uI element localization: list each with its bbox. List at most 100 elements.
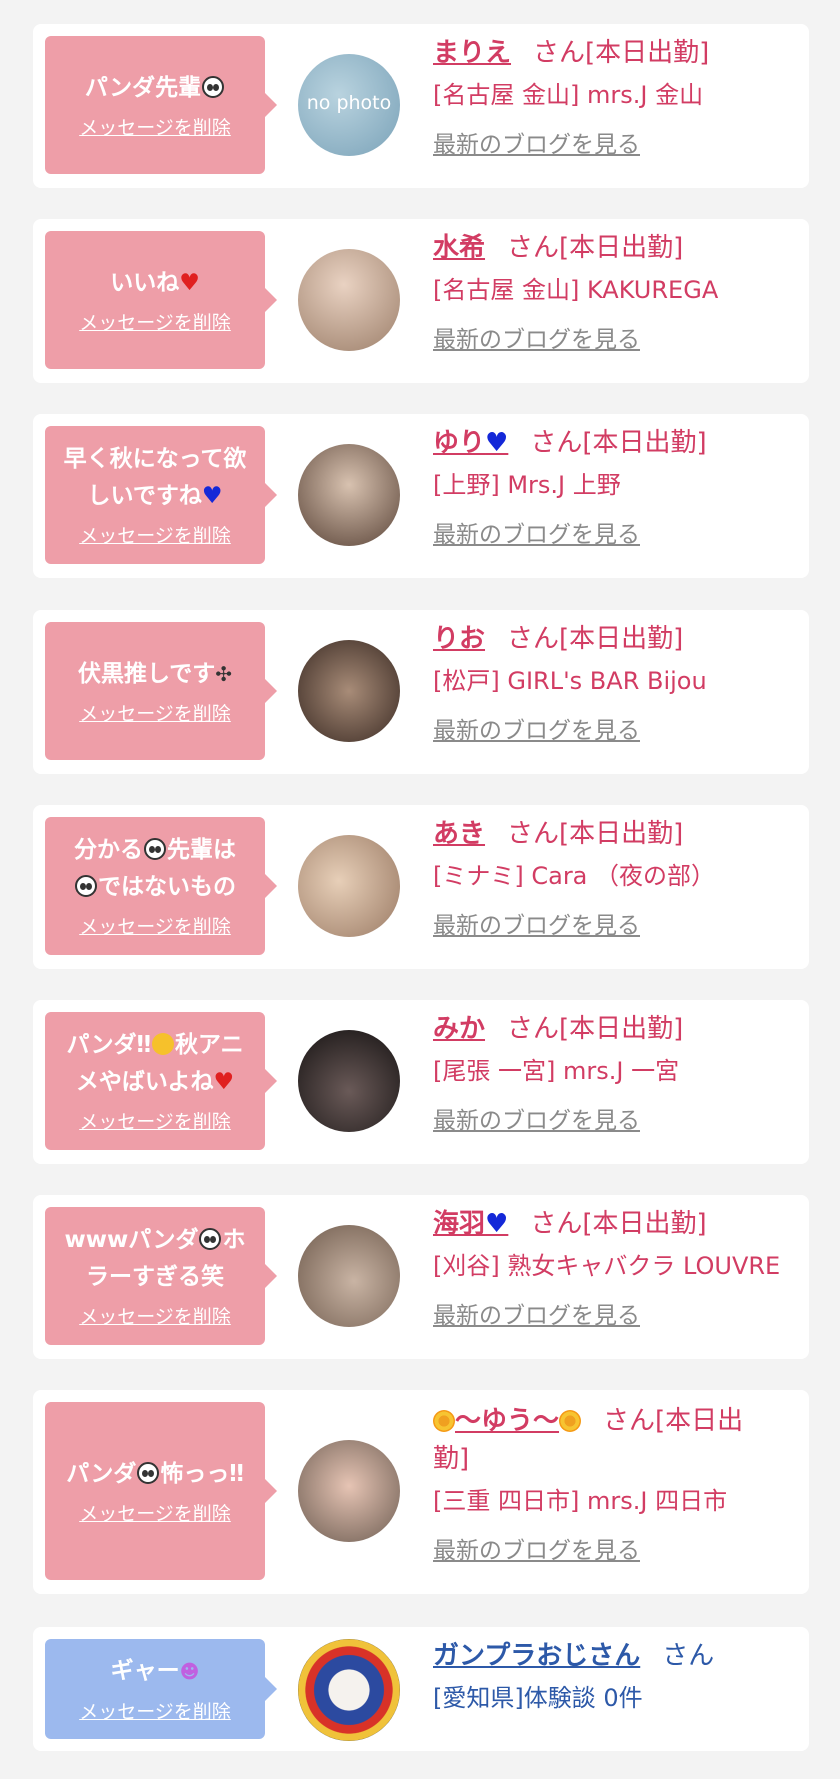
shop-name: [刈谷] 熟女キャバクラ LOUVRE (433, 1252, 781, 1280)
cast-status: さん[本日出勤] (507, 1014, 684, 1044)
avatar[interactable] (298, 1440, 400, 1542)
cast-info: りお さん[本日出勤] [松戸] GIRL's BAR Bijou 最新のブログを… (433, 620, 799, 748)
message-bubble: 伏黒推しです✣ メッセージを削除 (45, 622, 277, 760)
message-text: パンダ‼ 秋アニ メやばいよね♥ (66, 1032, 244, 1095)
delete-message-link[interactable]: メッセージを削除 (79, 523, 231, 549)
shop-name: [尾張 一宮] mrs.J 一宮 (433, 1057, 680, 1085)
message-bubble: パンダ‼ 秋アニ メやばいよね♥ メッセージを削除 (45, 1012, 277, 1150)
message-bubble: いいね♥ メッセージを削除 (45, 231, 277, 369)
heart-icon: ♥ (179, 269, 200, 296)
message-text: 早く秋になって欲 しいですね♥ (63, 446, 247, 509)
latest-blog-link[interactable]: 最新のブログを見る (433, 909, 640, 943)
latest-blog-link[interactable]: 最新のブログを見る (433, 1534, 640, 1568)
latest-blog-link[interactable]: 最新のブログを見る (433, 128, 640, 162)
user-honorific: さん (662, 1641, 715, 1671)
avatar[interactable]: no photo (298, 54, 400, 156)
delete-message-link[interactable]: メッセージを削除 (79, 1699, 231, 1725)
message-bubble: ギャー☻ メッセージを削除 (45, 1639, 277, 1739)
message-bubble: 分かる 先輩は ではないもの メッセージを削除 (45, 817, 277, 955)
heart-icon: ♥ (213, 1069, 235, 1095)
cast-status-continued: 勤] (433, 1444, 470, 1474)
avatar[interactable] (298, 1030, 400, 1132)
message-bubble: 早く秋になって欲 しいですね♥ メッセージを削除 (45, 426, 277, 564)
user-name-link[interactable]: ガンプラおじさん (433, 1641, 640, 1671)
message-card: wwwパンダホラーすぎる笑 メッセージを削除 海羽♥ さん[本日出勤] [刈谷] … (33, 1195, 809, 1359)
message-card: 早く秋になって欲 しいですね♥ メッセージを削除 ゆり♥ さん[本日出勤] [上野]… (33, 414, 809, 578)
cast-status: さん[本日出勤] (507, 624, 684, 654)
panda-face-icon (202, 75, 225, 98)
shop-name: [松戸] GIRL's BAR Bijou (433, 667, 707, 695)
message-text: 伏黒推しです✣ (77, 660, 233, 687)
panda-face-icon (75, 875, 97, 897)
panda-face-icon (144, 838, 166, 860)
shop-name: [ミナミ] Cara （夜の部） (433, 862, 716, 890)
avatar[interactable] (298, 1225, 400, 1327)
delete-message-link[interactable]: メッセージを削除 (79, 701, 231, 727)
message-text: いいね♥ (110, 269, 200, 296)
delete-message-link[interactable]: メッセージを削除 (79, 1304, 231, 1330)
avatar[interactable] (298, 835, 400, 937)
blue-heart-icon: ♥ (485, 1209, 509, 1239)
message-list: パンダ先輩 メッセージを削除 no photo まりえ さん[本日出勤] [名古屋… (0, 0, 840, 1779)
cast-status: さん[本日出勤] (530, 1209, 707, 1239)
latest-blog-link[interactable]: 最新のブログを見る (433, 1299, 640, 1333)
blue-heart-icon: ♥ (201, 483, 223, 509)
message-bubble: パンダ先輩 メッセージを削除 (45, 36, 277, 174)
cast-name-link[interactable]: ゆり♥ (433, 428, 508, 458)
panda-face-icon (137, 1461, 160, 1484)
paw-prints-icon: ✣ (215, 661, 233, 686)
shop-name: [名古屋 金山] mrs.J 金山 (433, 81, 704, 109)
cast-status: さん[本日出勤] (530, 428, 707, 458)
delete-message-link[interactable]: メッセージを削除 (79, 115, 231, 141)
message-text: パンダ 怖っっ‼ (66, 1460, 244, 1487)
blue-heart-icon: ♥ (485, 428, 509, 458)
latest-blog-link[interactable]: 最新のブログを見る (433, 1104, 640, 1138)
latest-blog-link[interactable]: 最新のブログを見る (433, 323, 640, 357)
panda-face-icon (199, 1228, 222, 1250)
message-text: 分かる 先輩は ではないもの (74, 837, 236, 900)
message-card: ギャー☻ メッセージを削除 ガンプラおじさん さん [愛知県]体験談 0件 (33, 1627, 809, 1751)
delete-message-link[interactable]: メッセージを削除 (79, 914, 231, 940)
cast-name-link[interactable]: 〜ゆう〜 (433, 1406, 582, 1436)
cast-info: 〜ゆう〜 さん[本日出 勤] [三重 四日市] mrs.J 四日市 最新のブログを… (433, 1402, 799, 1568)
sunflower-icon (433, 1410, 455, 1432)
no-photo-label: no photo (306, 92, 392, 114)
rolling-laughing-icon (152, 1033, 175, 1055)
message-text: ギャー☻ (110, 1658, 200, 1684)
avatar[interactable] (298, 444, 400, 546)
cast-info: ゆり♥ さん[本日出勤] [上野] Mrs.J 上野 最新のブログを見る (433, 424, 799, 552)
shop-name: [三重 四日市] mrs.J 四日市 (433, 1487, 728, 1515)
delete-message-link[interactable]: メッセージを削除 (79, 310, 231, 336)
cast-status: さん[本日出勤] (533, 38, 710, 68)
message-card: 分かる 先輩は ではないもの メッセージを削除 あき さん[本日出勤] [ミナミ] C… (33, 805, 809, 969)
cast-name-link[interactable]: まりえ (433, 38, 511, 68)
cast-name-link[interactable]: 水希 (433, 233, 485, 263)
message-card: パンダ先輩 メッセージを削除 no photo まりえ さん[本日出勤] [名古屋… (33, 24, 809, 188)
message-text: wwwパンダホラーすぎる笑 (64, 1227, 246, 1290)
delete-message-link[interactable]: メッセージを削除 (79, 1109, 231, 1135)
sunflower-icon (559, 1410, 582, 1432)
cast-name-link[interactable]: りお (433, 624, 485, 654)
experience-count: [愛知県]体験談 0件 (433, 1684, 643, 1712)
cast-info: 海羽♥ さん[本日出勤] [刈谷] 熟女キャバクラ LOUVRE 最新のブログを見… (433, 1205, 799, 1333)
cast-status: さん[本日出勤] (507, 819, 684, 849)
cast-info: まりえ さん[本日出勤] [名古屋 金山] mrs.J 金山 最新のブログを見る (433, 34, 799, 162)
delete-message-link[interactable]: メッセージを削除 (79, 1501, 231, 1527)
cast-info: 水希 さん[本日出勤] [名古屋 金山] KAKUREGA 最新のブログを見る (433, 229, 799, 357)
cast-status: さん[本日出勤] (507, 233, 684, 263)
avatar[interactable] (298, 1639, 400, 1741)
message-card: いいね♥ メッセージを削除 水希 さん[本日出勤] [名古屋 金山] KAKURE… (33, 219, 809, 383)
message-card: パンダ 怖っっ‼ メッセージを削除 〜ゆう〜 さん[本日出 勤] [三重 四日市] … (33, 1390, 809, 1594)
message-bubble: wwwパンダホラーすぎる笑 メッセージを削除 (45, 1207, 277, 1345)
cast-info: あき さん[本日出勤] [ミナミ] Cara （夜の部） 最新のブログを見る (433, 815, 799, 943)
message-bubble: パンダ 怖っっ‼ メッセージを削除 (45, 1402, 277, 1580)
avatar[interactable] (298, 249, 400, 351)
avatar[interactable] (298, 640, 400, 742)
cast-name-link[interactable]: みか (433, 1014, 485, 1044)
shop-name: [名古屋 金山] KAKUREGA (433, 276, 719, 304)
latest-blog-link[interactable]: 最新のブログを見る (433, 714, 640, 748)
cast-name-link[interactable]: あき (433, 819, 485, 849)
cast-name-link[interactable]: 海羽♥ (433, 1209, 508, 1239)
latest-blog-link[interactable]: 最新のブログを見る (433, 518, 640, 552)
message-card: パンダ‼ 秋アニ メやばいよね♥ メッセージを削除 みか さん[本日出勤] [尾張 一… (33, 1000, 809, 1164)
